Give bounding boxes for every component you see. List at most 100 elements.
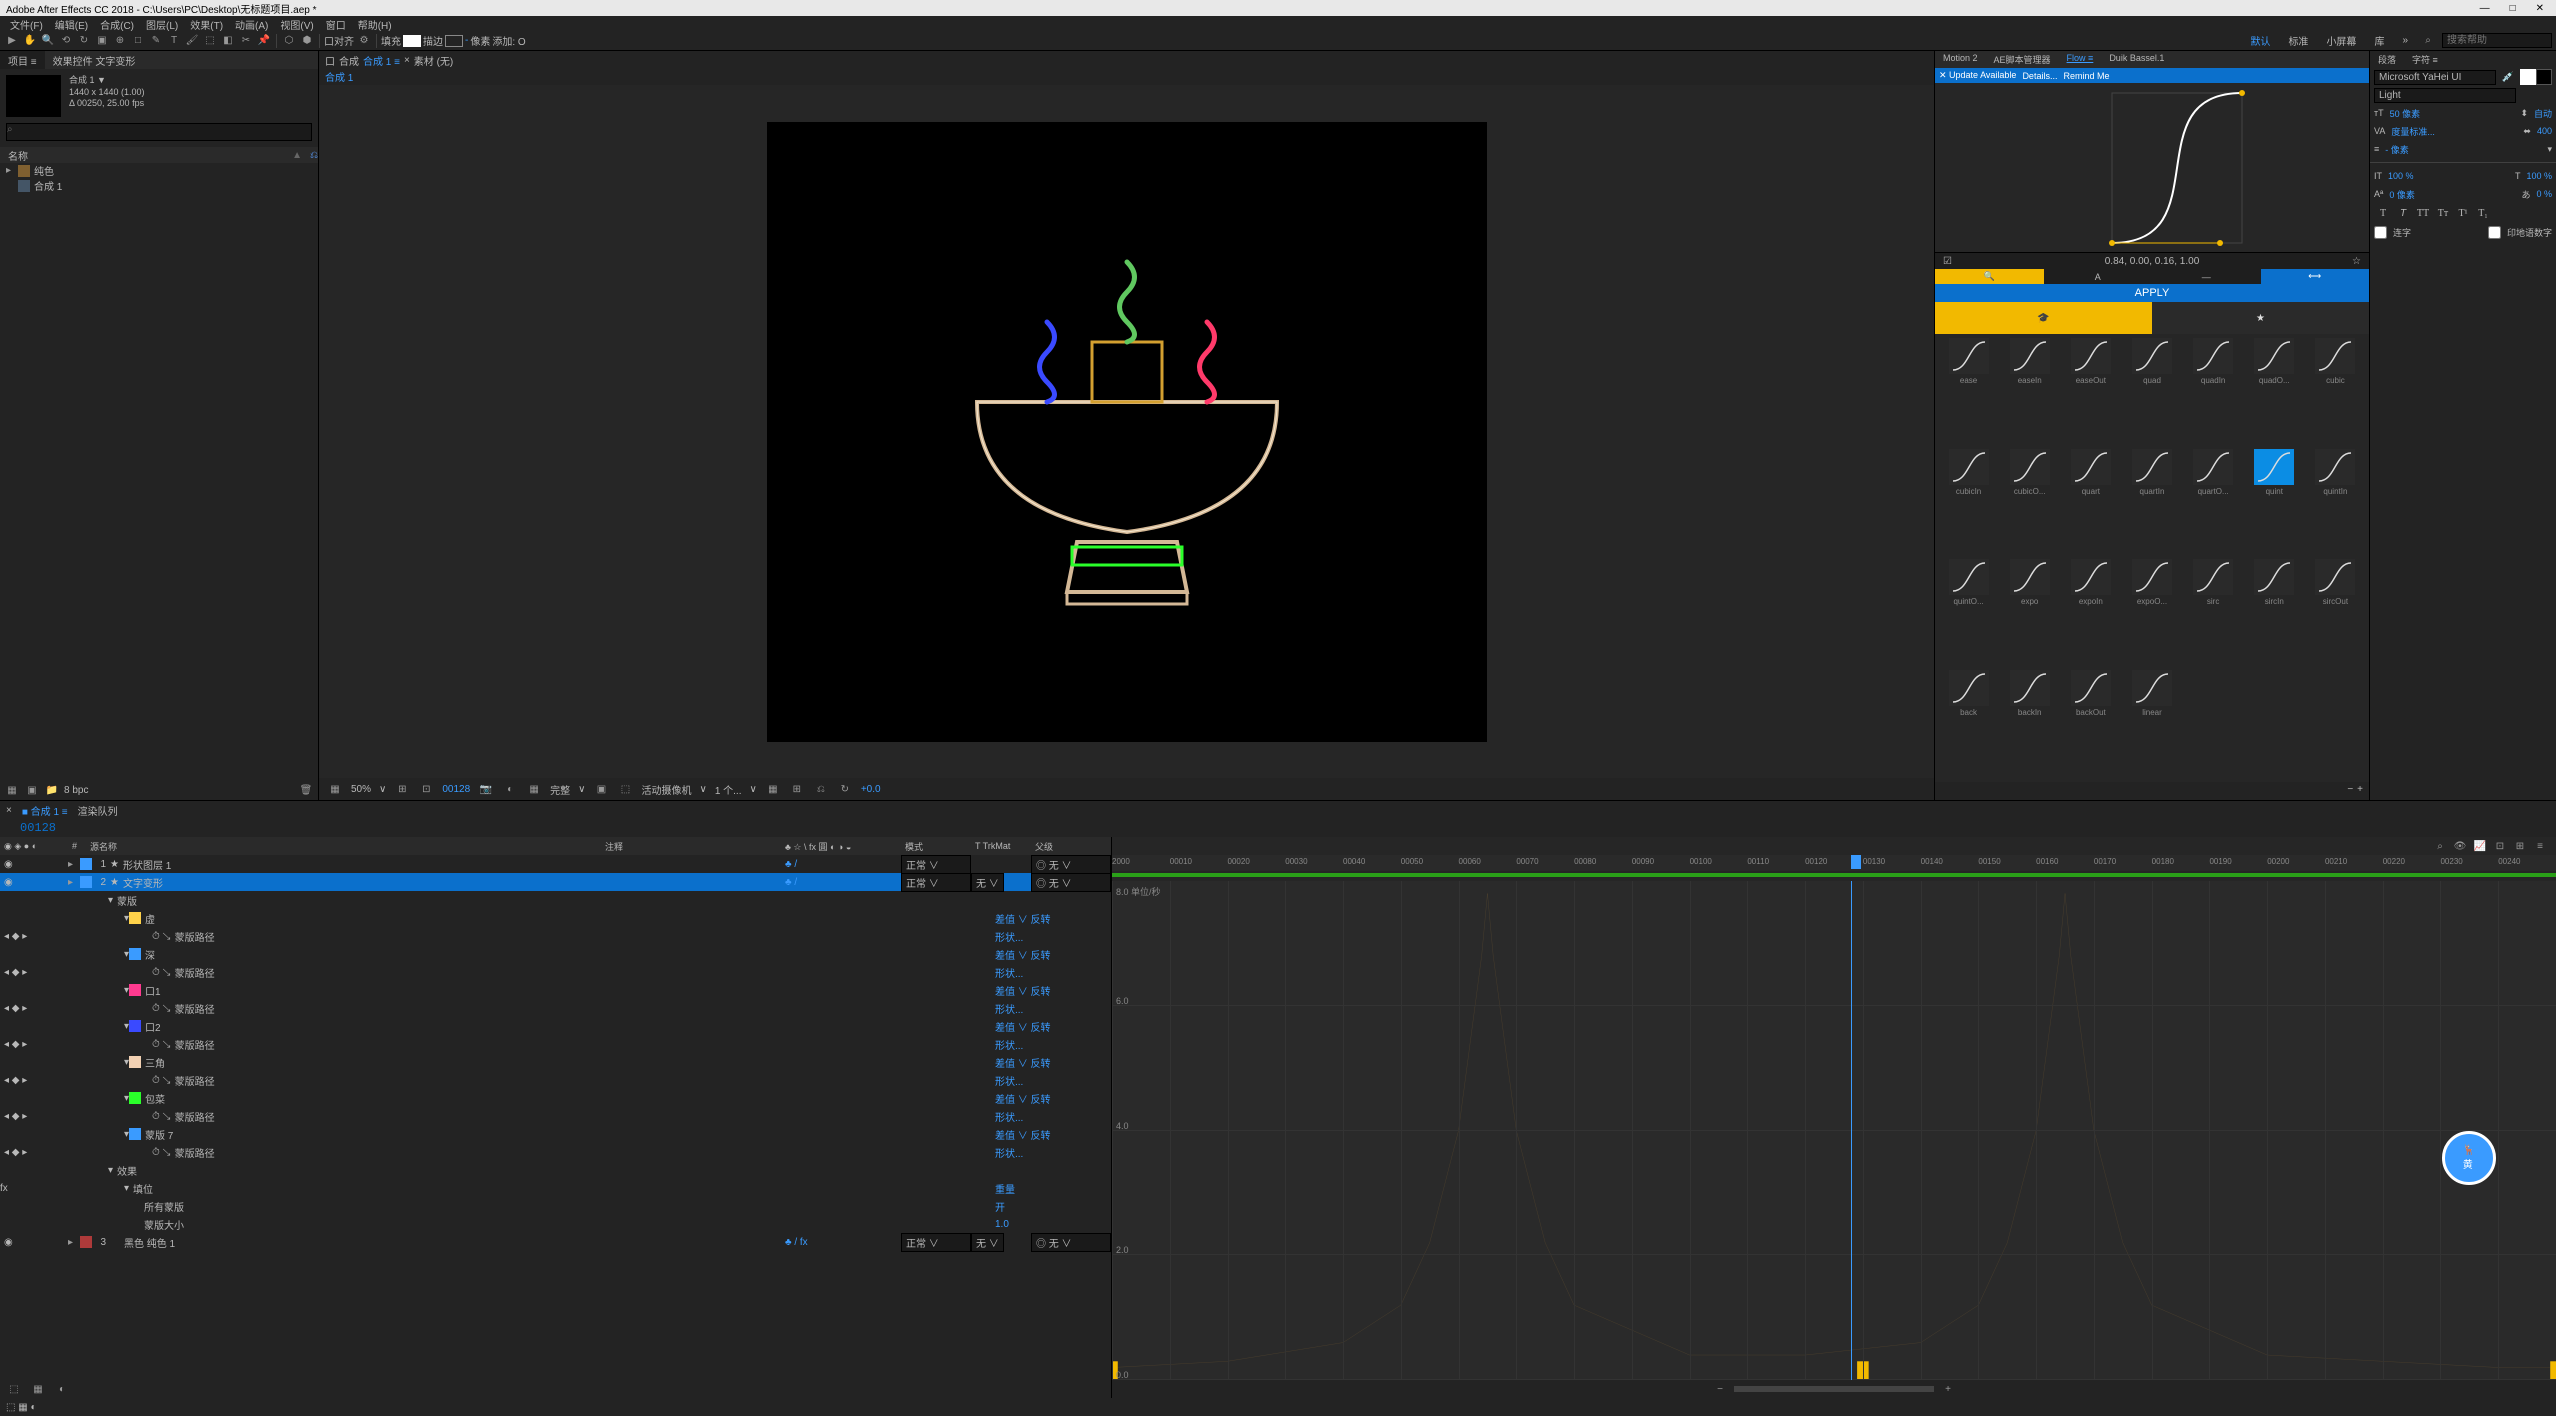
mask-color-swatch[interactable]	[129, 1020, 141, 1032]
visibility-toggle[interactable]: ◉	[4, 859, 14, 869]
graph-menu-icon[interactable]: ≡	[2532, 838, 2548, 854]
preset-quintIn[interactable]: quintIn	[2306, 449, 2365, 558]
vscale-value[interactable]: 100 %	[2388, 171, 2414, 181]
workspace-standard[interactable]: 标准	[2282, 31, 2314, 50]
graph-snap-icon[interactable]: ⊡	[2492, 838, 2508, 854]
menu-layer[interactable]: 图层(L)	[142, 16, 182, 31]
graph-type-icon[interactable]: 📈	[2472, 838, 2488, 854]
resolution-dropdown[interactable]: 完整	[550, 782, 570, 797]
allcaps-btn[interactable]: TT	[2414, 205, 2432, 221]
character-tab[interactable]: 字符 ≡	[2404, 51, 2446, 68]
mode-header[interactable]: 模式	[901, 840, 971, 853]
world-axis-icon[interactable]: ⬢	[299, 33, 315, 49]
stopwatch-icon[interactable]: ⏱ ↘	[80, 931, 171, 942]
layer-name[interactable]: 形状图层 1	[119, 857, 601, 872]
property-value[interactable]: 形状...	[991, 1073, 1111, 1088]
search-icon[interactable]: ⌕	[2420, 33, 2436, 49]
property-name[interactable]: 蒙版路径	[171, 929, 811, 944]
flowchart2-icon[interactable]: ⎌	[813, 781, 829, 797]
tsume-value[interactable]: 0 %	[2536, 189, 2552, 199]
zoom-in-icon[interactable]: +	[1940, 1381, 1956, 1397]
add-label[interactable]: 添加: O	[492, 33, 525, 48]
parent-dropdown[interactable]: ◎ 无 ∨	[1031, 873, 1111, 892]
eraser-tool-icon[interactable]: ◧	[220, 33, 236, 49]
eyedropper-icon[interactable]: 💉	[2500, 69, 2516, 85]
star-preset-icon[interactable]: ☆	[2352, 256, 2369, 267]
stroke-width[interactable]: -	[465, 35, 468, 46]
keyframe-nav[interactable]: ◂ ◆ ▸	[0, 1111, 68, 1122]
property-value[interactable]: 1.0	[991, 1219, 1111, 1230]
effect-name[interactable]: 填位	[129, 1181, 811, 1196]
preset-cubicO...[interactable]: cubicO...	[2000, 449, 2059, 558]
layer-color-swatch[interactable]	[80, 858, 92, 870]
workspace-default[interactable]: 默认	[2244, 31, 2276, 50]
snap-toggle[interactable]: 口对齐	[324, 33, 354, 48]
fill-swatch[interactable]	[403, 35, 421, 47]
parent-dropdown[interactable]: ◎ 无 ∨	[1031, 855, 1111, 874]
preset-favorites-tab[interactable]: ★	[2152, 302, 2369, 334]
expand-icon[interactable]: ▸	[68, 859, 80, 870]
property-value[interactable]: 形状...	[991, 965, 1111, 980]
keyframe-nav[interactable]: ◂ ◆ ▸	[0, 1147, 68, 1158]
toggle-switches-icon[interactable]: ⬚	[6, 1381, 22, 1397]
preset-sircOut[interactable]: sircOut	[2306, 559, 2365, 668]
roi-icon[interactable]: ▣	[593, 781, 609, 797]
tree-row-comp[interactable]: 合成 1	[0, 178, 318, 193]
trkmat-dropdown[interactable]: 无 ∨	[971, 873, 1031, 892]
superscript-btn[interactable]: T¹	[2454, 205, 2472, 221]
exposure-value[interactable]: +0.0	[861, 784, 881, 795]
project-tab[interactable]: 项目 ≡	[0, 51, 45, 69]
lock-icon[interactable]: ☑	[1935, 256, 1952, 267]
keyframe-nav[interactable]: ◂ ◆ ▸	[0, 931, 68, 942]
layer-color-swatch[interactable]	[80, 1236, 92, 1248]
mask-name[interactable]: 口1	[141, 983, 811, 998]
reset-exp-icon[interactable]: ↻	[837, 781, 853, 797]
property-name[interactable]: 蒙版路径	[171, 1001, 811, 1016]
preset-quad[interactable]: quad	[2122, 338, 2181, 447]
pen-tool-icon[interactable]: ✎	[148, 33, 164, 49]
name-column-header[interactable]: 名称	[8, 148, 28, 163]
layer-switches[interactable]: ♣ / fx	[781, 1237, 901, 1248]
mask-mode-dropdown[interactable]: 差值 ∨ 反转	[991, 983, 1111, 998]
hindi-digits-checkbox[interactable]	[2488, 226, 2501, 239]
mask-color-swatch[interactable]	[129, 948, 141, 960]
mask-expand-icon[interactable]: ▾	[68, 1021, 129, 1032]
camera-tool-icon[interactable]: ▣	[94, 33, 110, 49]
effect-link[interactable]: 重量	[991, 1181, 1111, 1196]
views-arrow[interactable]: ∨	[750, 784, 757, 795]
update-details-link[interactable]: Details...	[2022, 71, 2057, 81]
zoom-out-icon[interactable]: −	[1712, 1381, 1728, 1397]
preset-cubic[interactable]: cubic	[2306, 338, 2365, 447]
stopwatch-icon[interactable]: ⏱ ↘	[80, 1003, 171, 1014]
mask-mode-dropdown[interactable]: 差值 ∨ 反转	[991, 1019, 1111, 1034]
trash-icon[interactable]: 🗑	[298, 782, 314, 798]
preset-minus-btn[interactable]: −	[2347, 784, 2353, 798]
hand-tool-icon[interactable]: ✋	[22, 33, 38, 49]
property-name[interactable]: 蒙版大小	[140, 1217, 811, 1232]
property-name[interactable]: 蒙版路径	[171, 1109, 811, 1124]
interpret-icon[interactable]: ▦	[4, 782, 20, 798]
tree-row-folder[interactable]: ▸ 纯色	[0, 163, 318, 178]
flow-apply-button[interactable]: APPLY	[1935, 284, 2369, 302]
effect-expand-icon[interactable]: ▾	[68, 1183, 129, 1194]
update-remind-link[interactable]: Remind Me	[2063, 71, 2109, 81]
preset-back[interactable]: back	[1939, 670, 1998, 779]
comp-thumbnail[interactable]	[6, 75, 61, 117]
bezier-values[interactable]: 0.84, 0.00, 0.16, 1.00	[2105, 256, 2200, 267]
flow-tab-duik[interactable]: Duik Bassel.1	[2101, 51, 2172, 68]
preset-backOut[interactable]: backOut	[2061, 670, 2120, 779]
mask-mode-dropdown[interactable]: 差值 ∨ 反转	[991, 1055, 1111, 1070]
mask-color-swatch[interactable]	[129, 1128, 141, 1140]
blend-mode-dropdown[interactable]: 正常 ∨	[901, 873, 971, 892]
mask-expand-icon[interactable]: ▾	[68, 949, 129, 960]
stopwatch-icon[interactable]: ⏱ ↘	[80, 1147, 171, 1158]
preset-quadO...[interactable]: quadO...	[2245, 338, 2304, 447]
preset-quint[interactable]: quint	[2245, 449, 2304, 558]
property-value[interactable]: 开	[991, 1199, 1111, 1214]
preset-quart[interactable]: quart	[2061, 449, 2120, 558]
group-expand-icon[interactable]: ▾	[68, 895, 113, 906]
preset-linear[interactable]: linear	[2122, 670, 2181, 779]
stroke-swatch[interactable]	[445, 35, 463, 47]
mask-mode-dropdown[interactable]: 差值 ∨ 反转	[991, 1091, 1111, 1106]
flow-tab-script-mgr[interactable]: AE脚本管理器	[1986, 51, 2059, 68]
